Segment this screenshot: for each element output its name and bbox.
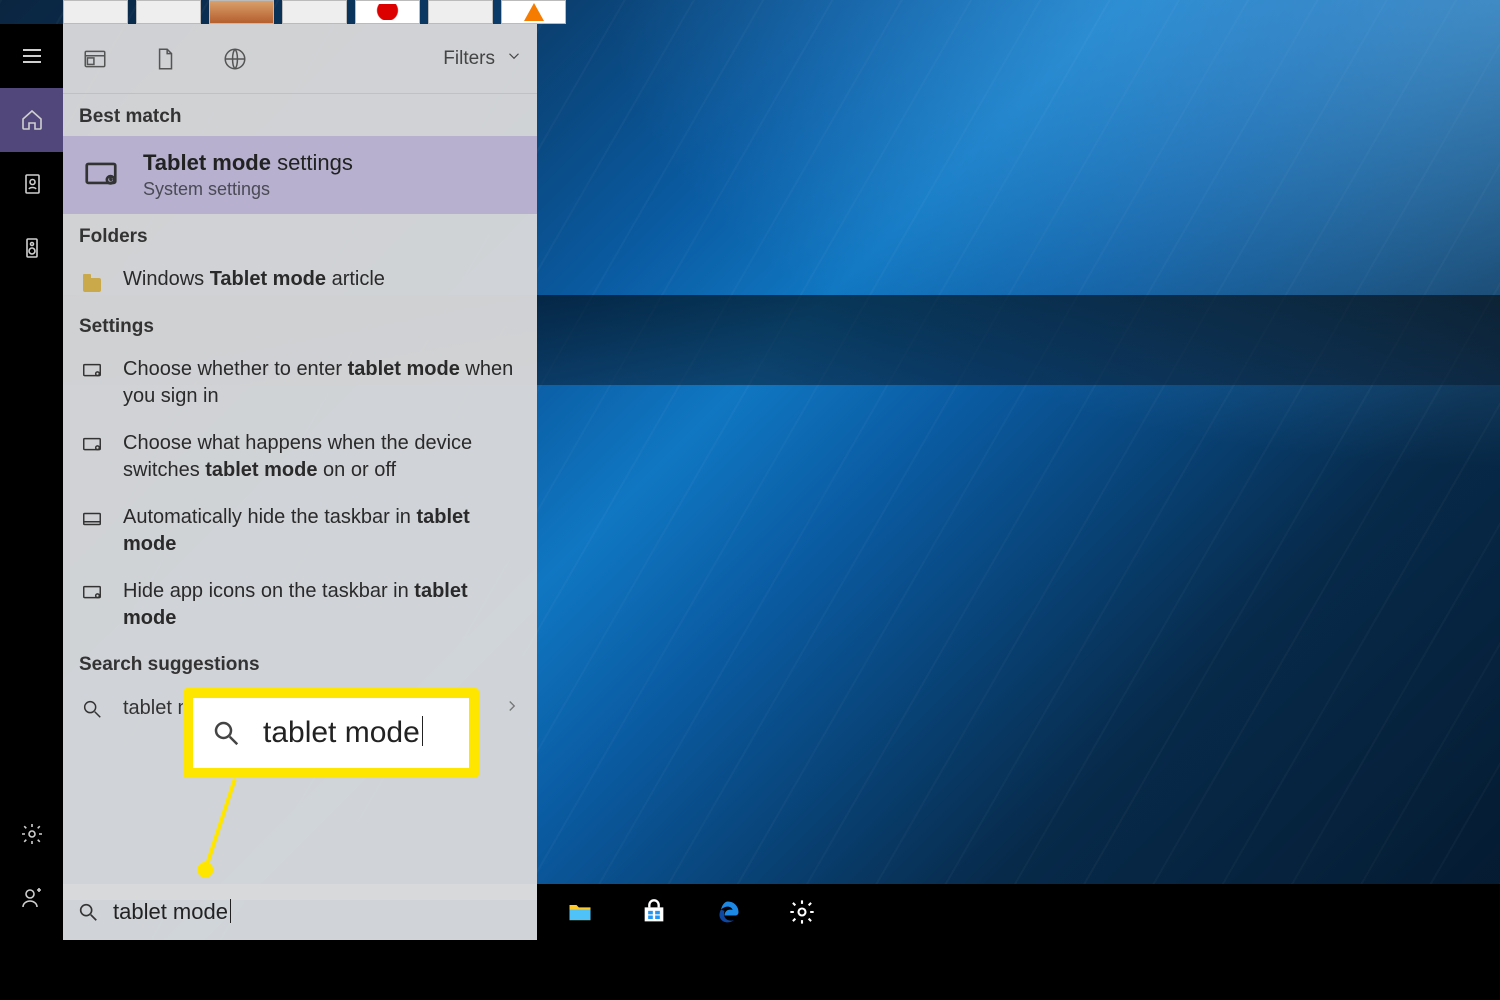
settings-result[interactable]: Choose what happens when the device swit… [63, 420, 537, 494]
home-icon [20, 108, 44, 132]
chevron-down-icon [505, 47, 523, 71]
best-match-result[interactable]: Tablet mode settings System settings [63, 136, 537, 214]
chevron-right-icon [503, 697, 521, 720]
wallpaper-glow [450, 0, 1500, 550]
thumb-generic [136, 0, 201, 24]
file-explorer-icon [566, 898, 594, 926]
thumb-generic [63, 0, 128, 24]
annotation-callout: tablet mode [183, 688, 479, 778]
panel-scope-bar: Filters [63, 24, 537, 94]
filters-dropdown[interactable]: Filters [443, 47, 523, 71]
speaker-icon [20, 236, 44, 260]
hamburger-icon [20, 44, 44, 68]
notebook-button[interactable] [0, 152, 63, 216]
settings-result-text: Automatically hide the taskbar in tablet… [123, 504, 521, 558]
home-button[interactable] [0, 88, 63, 152]
thumb-vlc [501, 0, 566, 24]
person-icon [20, 886, 44, 910]
document-scope-icon [152, 46, 178, 72]
taskbar-file-explorer[interactable] [559, 891, 601, 933]
settings-button[interactable] [0, 802, 63, 866]
settings-result-text: Choose what happens when the device swit… [123, 430, 521, 484]
screen: Filters Best match Tablet mode settings … [0, 0, 1500, 1000]
settings-result[interactable]: Hide app icons on the taskbar in tablet … [63, 568, 537, 642]
cortana-rail [0, 24, 63, 1000]
tablet-setting-icon [79, 580, 105, 606]
scope-web[interactable] [217, 41, 253, 77]
vlc-cone-icon [524, 3, 544, 21]
thumb-photo [209, 0, 274, 24]
taskbar-setting-icon [79, 506, 105, 532]
section-folders: Folders [63, 214, 537, 256]
taskbar [537, 884, 1500, 940]
callout-text: tablet mode [263, 716, 423, 750]
scope-apps[interactable] [77, 41, 113, 77]
peek-thumbnails [63, 0, 566, 24]
folder-result[interactable]: Windows Tablet mode article [63, 256, 537, 304]
bottom-black-strip [0, 940, 1500, 1000]
settings-result[interactable]: Automatically hide the taskbar in tablet… [63, 494, 537, 568]
globe-scope-icon [222, 46, 248, 72]
settings-result-text: Choose whether to enter tablet mode when… [123, 356, 521, 410]
thumb-generic [282, 0, 347, 24]
tablet-setting-icon [79, 358, 105, 384]
section-best-match: Best match [63, 94, 537, 136]
scope-documents[interactable] [147, 41, 183, 77]
filters-label: Filters [443, 48, 495, 70]
taskbar-store[interactable] [633, 891, 675, 933]
taskbar-settings[interactable] [781, 891, 823, 933]
tablet-mode-icon [79, 153, 123, 197]
music-button[interactable] [0, 216, 63, 280]
folder-icon [79, 268, 105, 294]
section-settings: Settings [63, 304, 537, 346]
best-match-subtitle: System settings [143, 179, 353, 200]
search-icon [79, 696, 105, 722]
thumb-generic [428, 0, 493, 24]
folder-result-text: Windows Tablet mode article [123, 266, 385, 293]
search-query-text: tablet mode [113, 899, 231, 925]
cortana-search-box[interactable]: tablet mode [63, 884, 537, 940]
feedback-button[interactable] [0, 866, 63, 930]
edge-icon [714, 898, 742, 926]
settings-result[interactable]: Choose whether to enter tablet mode when… [63, 346, 537, 420]
apps-scope-icon [82, 46, 108, 72]
taskbar-edge[interactable] [707, 891, 749, 933]
gear-icon [788, 898, 816, 926]
search-icon [211, 718, 241, 748]
hamburger-button[interactable] [0, 24, 63, 88]
settings-result-text: Hide app icons on the taskbar in tablet … [123, 578, 521, 632]
text-caret [230, 899, 232, 923]
store-icon [640, 898, 668, 926]
gear-icon [20, 822, 44, 846]
notebook-icon [20, 172, 44, 196]
thumb-pdf [355, 0, 420, 24]
search-icon [77, 901, 99, 923]
best-match-title: Tablet mode settings [143, 150, 353, 176]
tablet-setting-icon [79, 432, 105, 458]
section-suggestions: Search suggestions [63, 642, 537, 684]
